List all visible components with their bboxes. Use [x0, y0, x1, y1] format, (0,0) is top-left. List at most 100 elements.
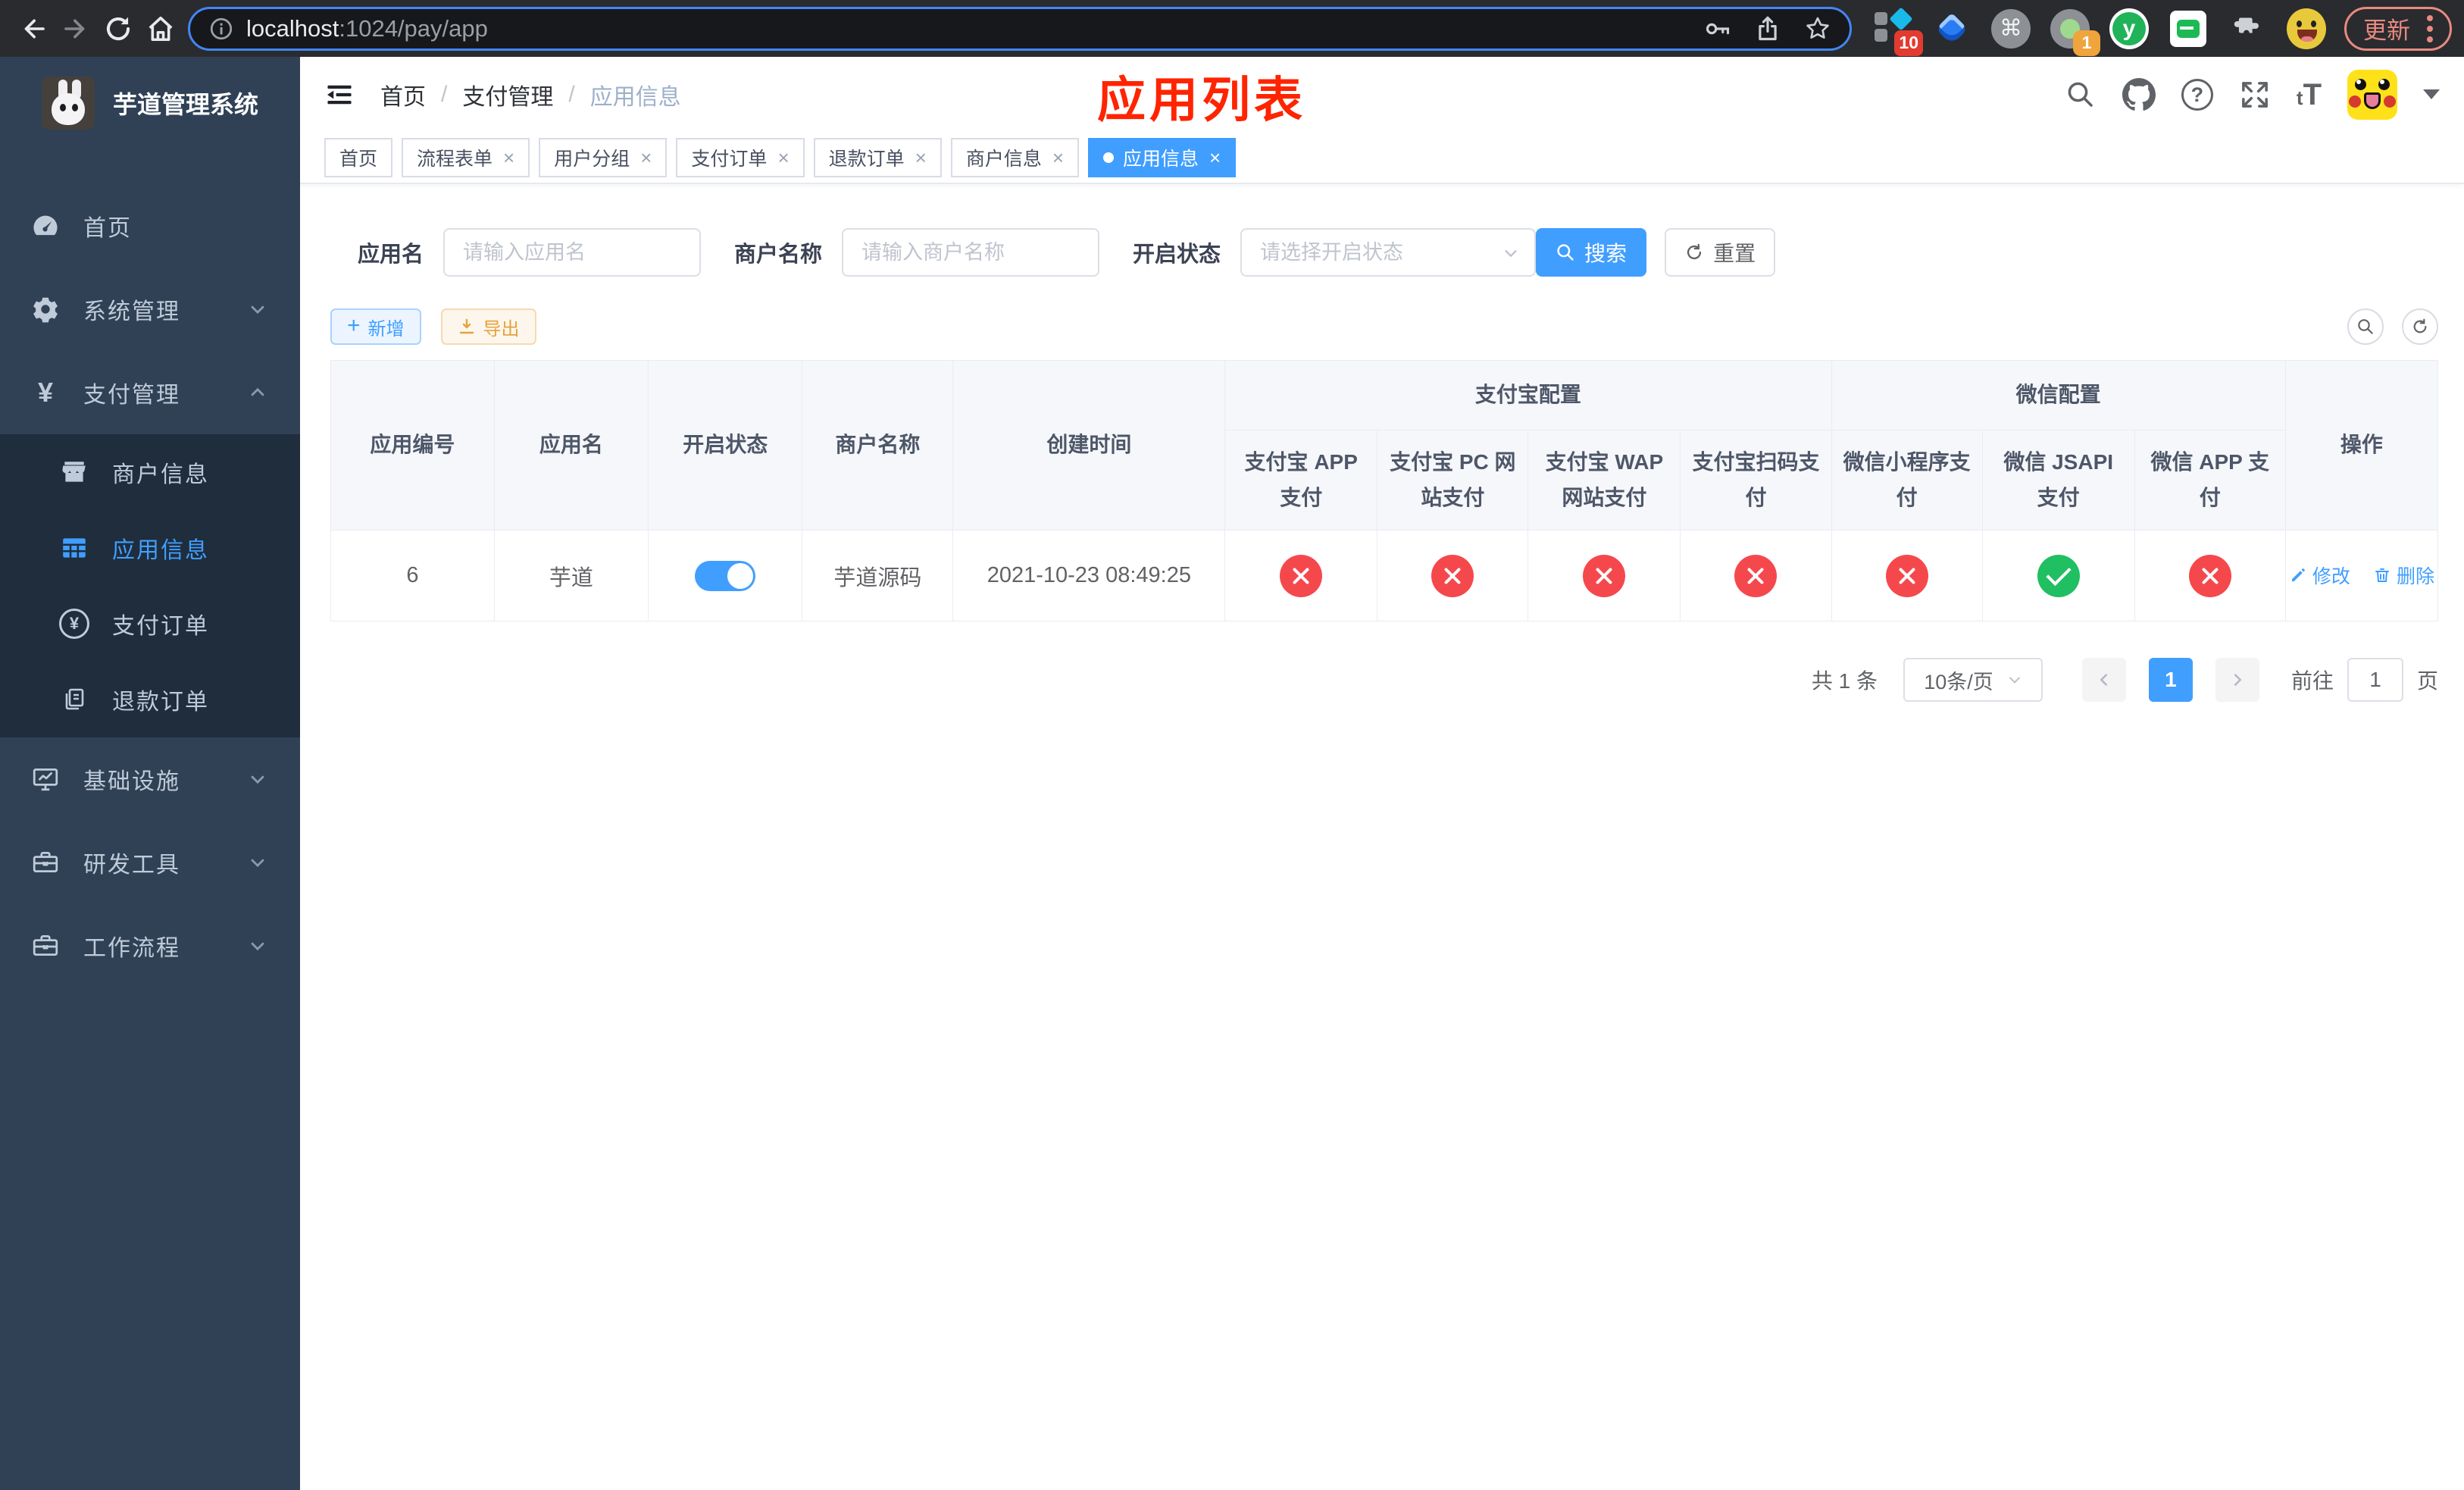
tab-process-form[interactable]: 流程表单 ×	[402, 138, 530, 177]
search-button[interactable]: 搜索	[1536, 228, 1647, 277]
monitor-chart-icon	[29, 765, 62, 794]
extensions-cluster: 10 ⌘ 1 y	[1862, 6, 2337, 56]
active-tab-dot	[1103, 152, 1115, 163]
cell-merchant-name: 芋道源码	[802, 530, 954, 621]
next-page-button[interactable]	[2215, 658, 2259, 702]
storefront-icon	[58, 458, 91, 487]
close-icon[interactable]: ×	[915, 146, 927, 170]
status-select[interactable]	[1240, 228, 1537, 277]
close-icon[interactable]: ×	[1052, 146, 1064, 170]
extension-kite-icon[interactable]	[1932, 9, 1972, 49]
sidebar-item-workflow[interactable]: 工作流程	[0, 904, 300, 988]
download-icon	[459, 318, 474, 334]
col-header-created: 创建时间	[952, 360, 1226, 531]
add-button[interactable]: + 新增	[330, 308, 421, 345]
chevron-left-icon	[2100, 674, 2108, 686]
sidebar-item-system[interactable]: 系统管理	[0, 268, 300, 351]
edit-link[interactable]: 修改	[2289, 562, 2350, 589]
browser-menu-icon[interactable]	[2427, 14, 2433, 42]
tab-refund-orders[interactable]: 退款订单 ×	[813, 138, 942, 177]
close-icon[interactable]: ×	[1209, 146, 1221, 170]
tab-pay-orders[interactable]: 支付订单 ×	[676, 138, 805, 177]
app-name-input[interactable]	[443, 228, 702, 277]
pagination: 共 1 条 10条/页 1 前往 页	[330, 658, 2438, 702]
hamburger-collapse-icon	[327, 85, 352, 105]
sidebar-item-home[interactable]: 首页	[0, 184, 300, 268]
close-icon[interactable]: ×	[777, 146, 789, 170]
extensions-puzzle-icon[interactable]	[2228, 9, 2267, 49]
browser-home-button[interactable]	[139, 8, 182, 50]
fullscreen-icon[interactable]	[2239, 79, 2271, 111]
search-icon[interactable]	[2065, 79, 2097, 111]
merchant-name-input[interactable]	[842, 228, 1100, 277]
alipay-pc-status-icon	[1431, 554, 1474, 597]
sidebar-item-dev-tools[interactable]: 研发工具	[0, 821, 300, 904]
sidebar-item-merchant-info[interactable]: 商户信息	[0, 434, 300, 510]
bookmark-star-icon[interactable]	[1804, 15, 1831, 42]
browser-update-button[interactable]: 更新	[2344, 6, 2452, 51]
address-bar[interactable]: localhost:1024/pay/app	[188, 6, 1852, 51]
sidebar-collapse-button[interactable]	[324, 80, 355, 110]
tab-app-info-active[interactable]: 应用信息 ×	[1088, 138, 1237, 177]
extension-y-icon[interactable]: y	[2109, 8, 2149, 49]
delete-link[interactable]: 删除	[2373, 562, 2434, 589]
breadcrumb-payment[interactable]: 支付管理	[462, 78, 553, 111]
github-icon[interactable]	[2122, 78, 2156, 111]
col-header-id: 应用编号	[330, 360, 495, 531]
password-key-icon[interactable]	[1704, 15, 1731, 42]
sidebar-item-pay-orders[interactable]: ¥ 支付订单	[0, 586, 300, 662]
tab-user-group[interactable]: 用户分组 ×	[539, 138, 668, 177]
group-header-alipay: 支付宝配置	[1224, 360, 1832, 430]
col-header-merchant: 商户名称	[802, 360, 954, 531]
search-icon	[1557, 244, 1574, 261]
extension-chat-icon[interactable]	[2169, 9, 2208, 49]
sidebar-item-infrastructure[interactable]: 基础设施	[0, 737, 300, 821]
font-size-icon[interactable]: tT	[2297, 78, 2322, 112]
enabled-switch[interactable]	[695, 560, 756, 591]
site-info-icon[interactable]	[208, 16, 234, 42]
avatar-dropdown-caret-icon[interactable]	[2423, 89, 2440, 108]
refresh-icon	[2413, 318, 2427, 333]
browser-reload-button[interactable]	[97, 8, 139, 50]
chevron-down-icon	[247, 935, 268, 956]
col-header-wx-app: 微信 APP 支付	[2134, 430, 2286, 531]
goto-suffix-label: 页	[2416, 669, 2438, 693]
toggle-search-button[interactable]	[2347, 308, 2384, 345]
page-number-1[interactable]: 1	[2148, 658, 2193, 702]
share-icon[interactable]	[1754, 15, 1781, 42]
sidebar-item-app-info[interactable]: 应用信息	[0, 510, 300, 586]
trash-icon	[2375, 568, 2389, 582]
export-button[interactable]: 导出	[440, 308, 536, 345]
app-logo[interactable]: 芋道管理系统	[0, 57, 300, 139]
goto-page-input[interactable]	[2347, 658, 2403, 702]
sidebar: 芋道管理系统 首页 系统管理 ¥ 支付管理 商户信息 应用信息 ¥ 支付订单 退…	[0, 57, 300, 1490]
tab-merchant-info[interactable]: 商户信息 ×	[950, 138, 1080, 177]
browser-back-button[interactable]	[12, 8, 55, 50]
chevron-up-icon	[247, 382, 268, 403]
col-header-wx-lite: 微信小程序支付	[1831, 430, 1983, 531]
reset-button[interactable]: 重置	[1665, 228, 1776, 277]
user-avatar[interactable]	[2347, 70, 2397, 120]
payment-submenu: 商户信息 应用信息 ¥ 支付订单 退款订单	[0, 434, 300, 737]
table-row: 6 芋道 芋道源码 2021-10-23 08:49:25 修改 删除	[330, 530, 2439, 621]
close-icon[interactable]: ×	[503, 146, 514, 170]
status-label: 开启状态	[1133, 243, 1221, 267]
help-icon[interactable]: ?	[2181, 79, 2213, 111]
browser-profile-avatar[interactable]	[2287, 8, 2326, 49]
sidebar-item-refund-orders[interactable]: 退款订单	[0, 662, 300, 737]
sidebar-item-payment[interactable]: ¥ 支付管理	[0, 351, 300, 434]
reload-icon	[106, 17, 130, 40]
page-size-select[interactable]: 10条/页	[1903, 658, 2043, 702]
wx-app-status-icon	[2188, 554, 2231, 597]
close-icon[interactable]: ×	[640, 146, 652, 170]
prev-page-button[interactable]	[2081, 658, 2126, 702]
browser-forward-button[interactable]	[55, 8, 97, 50]
pencil-icon	[2291, 568, 2305, 581]
extension-blocks-icon[interactable]: 10	[1873, 6, 1923, 56]
refresh-table-button[interactable]	[2402, 308, 2438, 345]
tab-home[interactable]: 首页	[324, 138, 393, 177]
breadcrumb-home[interactable]: 首页	[380, 78, 426, 111]
extension-command-icon[interactable]: ⌘	[1991, 8, 2031, 49]
annotation-title: 应用列表	[1097, 73, 1306, 127]
extension-recorder-icon[interactable]: 1	[2050, 8, 2100, 56]
